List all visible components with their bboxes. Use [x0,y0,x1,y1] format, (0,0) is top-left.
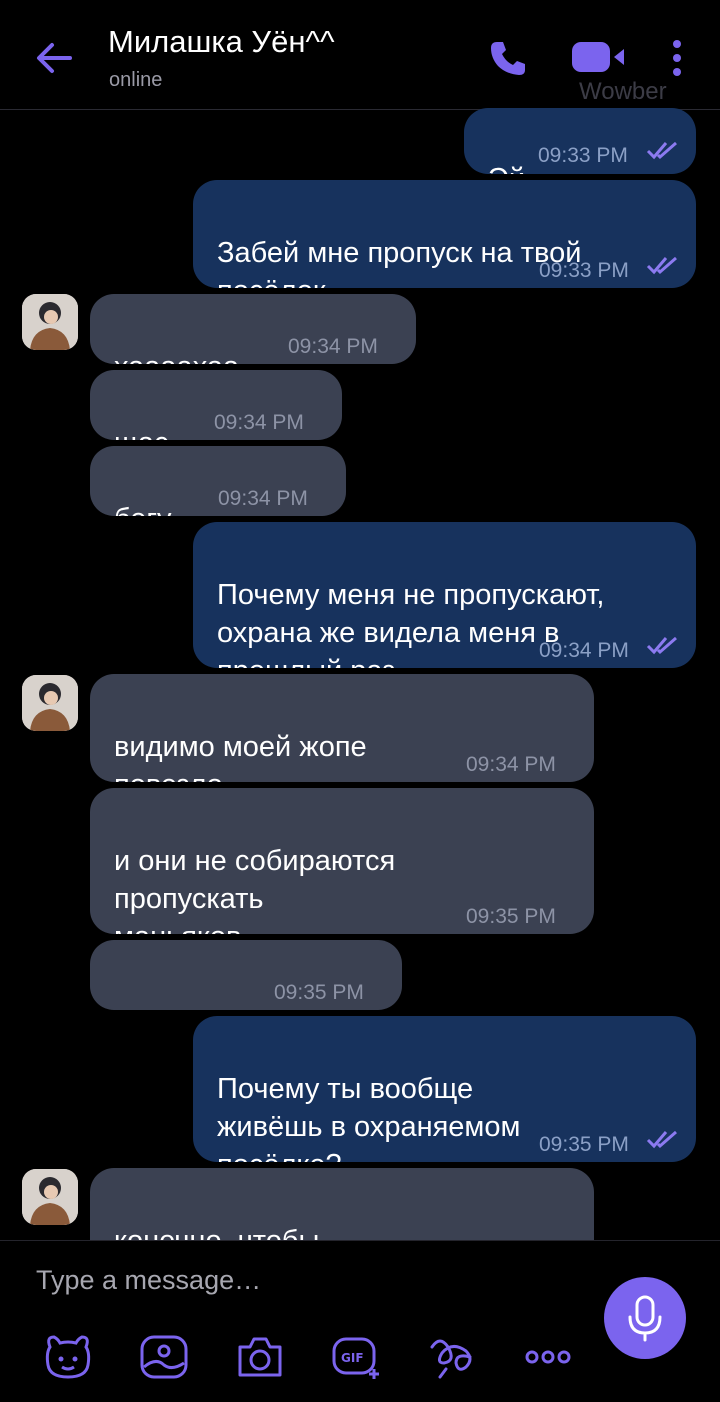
message-text: Эй [488,163,525,174]
message-time: 09:34 PM [539,639,629,662]
back-arrow-icon[interactable] [34,38,74,78]
gif-icon[interactable]: GIF [330,1333,382,1381]
message-outgoing[interactable]: Эй 09:33 PM [464,108,696,174]
message-composer: Type a message… GIF [0,1240,720,1402]
message-text: щас [114,427,169,440]
avatar-image [22,1169,78,1225]
message-incoming[interactable]: щас 09:34 PM [90,370,342,440]
contact-status: online [109,69,163,91]
contact-avatar[interactable] [22,294,78,350]
microphone-button[interactable] [604,1277,686,1359]
microphone-icon [628,1295,662,1342]
message-time: 09:34 PM [288,335,378,358]
message-text: Почему ты вообще живёшь в охраняемом пос… [217,1073,521,1162]
message-text: конечно, чтобы быть скрытным от [114,1225,359,1240]
message-incoming[interactable]: видимо моей жопе повезло 09:34 PM [90,674,594,782]
message-outgoing[interactable]: Почему ты вообще живёшь в охраняемом пос… [193,1016,696,1162]
message-time: 09:35 PM [539,1133,629,1156]
message-input[interactable]: Type a message… [36,1265,261,1296]
message-incoming[interactable]: хаааахаа 09:34 PM [90,294,416,364]
message-text: видимо моей жопе повезло [114,731,367,782]
message-time: 09:33 PM [539,259,629,282]
contact-name[interactable]: Милашка Уён^^ [108,24,335,60]
message-time: 09:34 PM [214,411,304,434]
message-outgoing[interactable]: Забей мне пропуск на твой посёлок 09:33 … [193,180,696,288]
phone-icon[interactable] [488,38,528,78]
contact-avatar[interactable] [22,675,78,731]
svg-text:GIF: GIF [341,1351,364,1365]
message-incoming[interactable]: бегу 09:34 PM [90,446,346,516]
camera-icon[interactable] [234,1333,286,1381]
message-time: 09:33 PM [538,144,628,167]
read-receipt-icon [646,141,677,160]
message-time: 09:34 PM [466,753,556,776]
chat-header: Милашка Уён^^ online Wowber [0,0,720,110]
message-text: Забей мне пропуск на твой посёлок [217,237,582,288]
message-text: и они не собираются пропускать маньяков [114,845,396,934]
avatar-image [22,675,78,731]
read-receipt-icon [646,636,677,655]
message-outgoing[interactable]: Почему меня не пропускают, охрана же вид… [193,522,696,668]
video-camera-icon[interactable] [570,40,628,74]
avatar-image [22,294,78,350]
read-receipt-icon [646,1130,677,1149]
message-time: 09:35 PM [274,981,364,1004]
message-text: бегу [114,503,172,516]
sticker-bear-icon[interactable] [42,1333,94,1381]
message-text: хаааахаа [114,351,239,364]
more-vertical-icon[interactable] [666,38,688,78]
read-receipt-icon [646,256,677,275]
message-time: 09:35 PM [466,905,556,928]
more-horizontal-icon[interactable] [522,1333,574,1381]
contact-avatar[interactable] [22,1169,78,1225]
message-incoming[interactable]: и они не собираются пропускать маньяков … [90,788,594,934]
message-incoming[interactable]: конечно, чтобы быть скрытным от [90,1168,594,1240]
message-incoming[interactable]: 09:35 PM [90,940,402,1010]
doodle-icon[interactable] [426,1333,478,1381]
message-time: 09:34 PM [218,487,308,510]
gallery-icon[interactable] [138,1333,190,1381]
watermark-text: Wowber [579,78,667,105]
